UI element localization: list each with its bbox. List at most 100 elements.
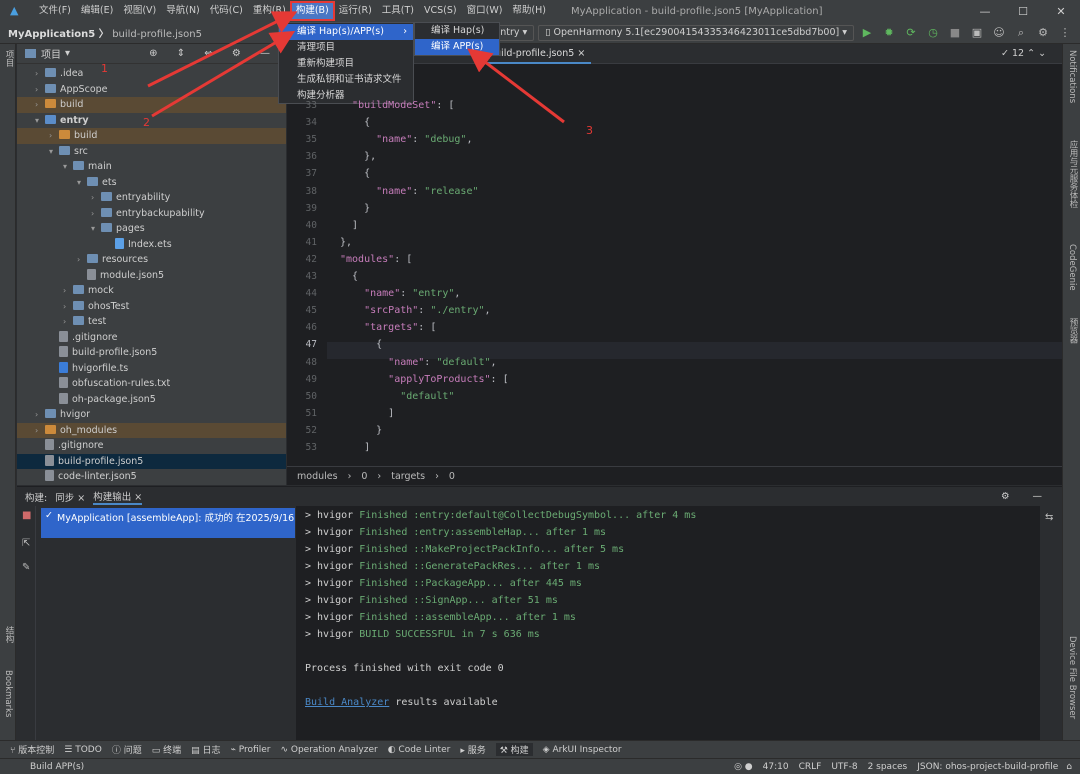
side-label-app-check[interactable]: 应用与元服务体检 xyxy=(1067,140,1079,208)
soft-wrap-icon[interactable]: ⇆ xyxy=(1045,512,1053,523)
build-analyzer-link[interactable]: Build Analyzer xyxy=(305,697,389,708)
build-output-console[interactable]: > hvigor Finished :entry:default@Collect… xyxy=(296,506,1040,740)
pin-icon[interactable]: ✎ xyxy=(22,562,30,573)
tree-item[interactable]: › resources xyxy=(17,252,286,268)
panel-actions[interactable]: ⊕ ⇕ ⇔ ⚙ — xyxy=(149,48,278,59)
tree-item[interactable]: › build xyxy=(17,97,286,113)
menu-build-apps[interactable]: 编译 APP(s) xyxy=(415,39,499,55)
tool-window-10[interactable]: ◈ ArkUI Inspector xyxy=(543,745,622,755)
tree-item[interactable]: Index.ets xyxy=(17,237,286,253)
menu-11[interactable]: 帮助(H) xyxy=(507,2,551,20)
tree-item[interactable]: ▾ src xyxy=(17,144,286,160)
tab-sync[interactable]: 同步 × xyxy=(55,490,85,504)
menu-3[interactable]: 导航(N) xyxy=(161,2,205,20)
tool-window-0[interactable]: ⑂ 版本控制 xyxy=(10,743,54,756)
menu-5[interactable]: 重构(R) xyxy=(248,2,291,20)
menu-2[interactable]: 视图(V) xyxy=(118,2,161,20)
inspection-widget[interactable]: ✓ 12 ⌃ ⌄ xyxy=(995,44,1052,64)
tree-item[interactable]: ▾ pages xyxy=(17,221,286,237)
open-external-icon[interactable]: ⇱ xyxy=(22,538,30,549)
side-label-structure[interactable]: 结构 xyxy=(3,626,15,643)
tab-build-output[interactable]: 构建输出 × xyxy=(93,489,143,505)
chevron-down-icon[interactable]: ▾ xyxy=(65,48,70,59)
tool-window-3[interactable]: ▭ 终端 xyxy=(152,743,181,756)
tree-item[interactable]: ▾ main xyxy=(17,159,286,175)
tree-item[interactable]: › .idea xyxy=(17,66,286,82)
device-manager-icon[interactable]: ▣ xyxy=(968,26,986,39)
chevron-right-icon[interactable]: › xyxy=(35,66,45,82)
tree-item[interactable]: › ohosTest xyxy=(17,299,286,315)
menu-build-haps[interactable]: 编译 Hap(s) xyxy=(415,23,499,39)
tool-window-4[interactable]: ▤ 日志 xyxy=(191,743,220,756)
debug-icon[interactable]: ✹ xyxy=(880,26,898,39)
device-selector[interactable]: ▯ OpenHarmony 5.1[ec29004154335346423011… xyxy=(538,24,854,41)
caret-position[interactable]: 47:10 xyxy=(763,762,789,772)
indicator-icons[interactable]: ◎ ● xyxy=(734,762,753,772)
stop-icon[interactable]: ■ xyxy=(946,26,964,39)
crumb-0b[interactable]: 0 xyxy=(449,471,455,482)
maximize-button[interactable]: ☐ xyxy=(1004,5,1042,18)
menu-9[interactable]: VCS(S) xyxy=(419,2,462,20)
search-icon[interactable]: ⌕ xyxy=(1012,26,1030,40)
tree-item[interactable]: obfuscation-rules.txt xyxy=(17,376,286,392)
menu-6[interactable]: 构建(B) xyxy=(289,1,335,21)
run-icon[interactable]: ▶ xyxy=(858,26,876,39)
menu-build-haps-apps[interactable]: 编译 Hap(s)/APP(s) › xyxy=(279,24,413,40)
side-label-bookmarks[interactable]: Bookmarks xyxy=(3,670,13,718)
tree-item[interactable]: build-profile.json5 xyxy=(17,345,286,361)
line-separator[interactable]: CRLF xyxy=(799,762,822,772)
crumb-modules[interactable]: modules xyxy=(297,471,338,482)
menu-0[interactable]: 文件(F) xyxy=(34,2,76,20)
settings-icon[interactable]: ⚙ xyxy=(1034,26,1052,39)
tree-item[interactable]: .gitignore xyxy=(17,330,286,346)
chevron-down-icon[interactable]: ▾ xyxy=(49,144,59,160)
tree-item[interactable]: module.json5 xyxy=(17,268,286,284)
tree-item[interactable]: .gitignore xyxy=(17,438,286,454)
tree-item[interactable]: › entryability xyxy=(17,190,286,206)
menu-1[interactable]: 编辑(E) xyxy=(76,2,118,20)
indent-setting[interactable]: 2 spaces xyxy=(868,762,908,772)
menu-7[interactable]: 运行(R) xyxy=(334,2,377,20)
chevron-right-icon[interactable]: › xyxy=(91,206,101,222)
tool-window-1[interactable]: ☰ TODO xyxy=(64,745,102,755)
chevron-right-icon[interactable]: › xyxy=(63,283,73,299)
chevron-down-icon[interactable]: ▾ xyxy=(91,221,101,237)
tool-window-8[interactable]: ▸ 服务 xyxy=(460,743,485,756)
chevron-down-icon[interactable]: ▾ xyxy=(63,159,73,175)
tree-item[interactable]: › hvigor xyxy=(17,407,286,423)
stop-build-icon[interactable]: ■ xyxy=(22,510,31,521)
chevron-down-icon[interactable]: ▾ xyxy=(77,175,87,191)
side-label-project[interactable]: 项目 xyxy=(3,50,15,67)
menu-rebuild-project[interactable]: 重新构建项目 xyxy=(279,56,413,72)
minimize-button[interactable]: — xyxy=(966,5,1004,18)
chevron-right-icon[interactable]: › xyxy=(35,82,45,98)
lock-icon[interactable]: ⌂ xyxy=(1066,762,1072,772)
chevron-right-icon[interactable]: › xyxy=(91,190,101,206)
attach-icon[interactable]: ⟳ xyxy=(902,26,920,39)
project-panel-title[interactable]: 项目 xyxy=(41,46,61,61)
chevron-right-icon[interactable]: › xyxy=(49,128,59,144)
tree-item[interactable]: › entrybackupability xyxy=(17,206,286,222)
chevron-right-icon[interactable]: › xyxy=(77,252,87,268)
chevron-right-icon[interactable]: › xyxy=(35,407,45,423)
json-schema[interactable]: JSON: ohos-project-build-profile xyxy=(917,762,1058,772)
chevron-right-icon[interactable]: › xyxy=(35,423,45,439)
chevron-right-icon[interactable]: › xyxy=(35,97,45,113)
tool-window-7[interactable]: ◐ Code Linter xyxy=(388,745,451,755)
tree-item[interactable]: › test xyxy=(17,314,286,330)
tree-item[interactable]: › build xyxy=(17,128,286,144)
menu-10[interactable]: 窗口(W) xyxy=(462,2,508,20)
chevron-down-icon[interactable]: ▾ xyxy=(35,113,45,129)
tool-window-2[interactable]: ⓘ 问题 xyxy=(112,743,142,756)
menu-8[interactable]: 工具(T) xyxy=(377,2,419,20)
tree-item[interactable]: hvigorfile.ts xyxy=(17,361,286,377)
chevron-right-icon[interactable]: › xyxy=(63,299,73,315)
menu-generate-key-csr[interactable]: 生成私钥和证书请求文件 xyxy=(279,72,413,88)
tool-window-9[interactable]: ⚒ 构建 xyxy=(495,743,533,756)
tree-item[interactable]: build-profile.json5 xyxy=(17,453,286,469)
tree-item[interactable]: ▾ ets xyxy=(17,175,286,191)
crumb-file[interactable]: build-profile.json5 xyxy=(112,29,202,40)
tool-window-6[interactable]: ∿ Operation Analyzer xyxy=(280,745,377,755)
side-label-codegenie[interactable]: CodeGenie xyxy=(1067,244,1077,291)
side-label-notifications[interactable]: Notifications xyxy=(1067,50,1077,103)
